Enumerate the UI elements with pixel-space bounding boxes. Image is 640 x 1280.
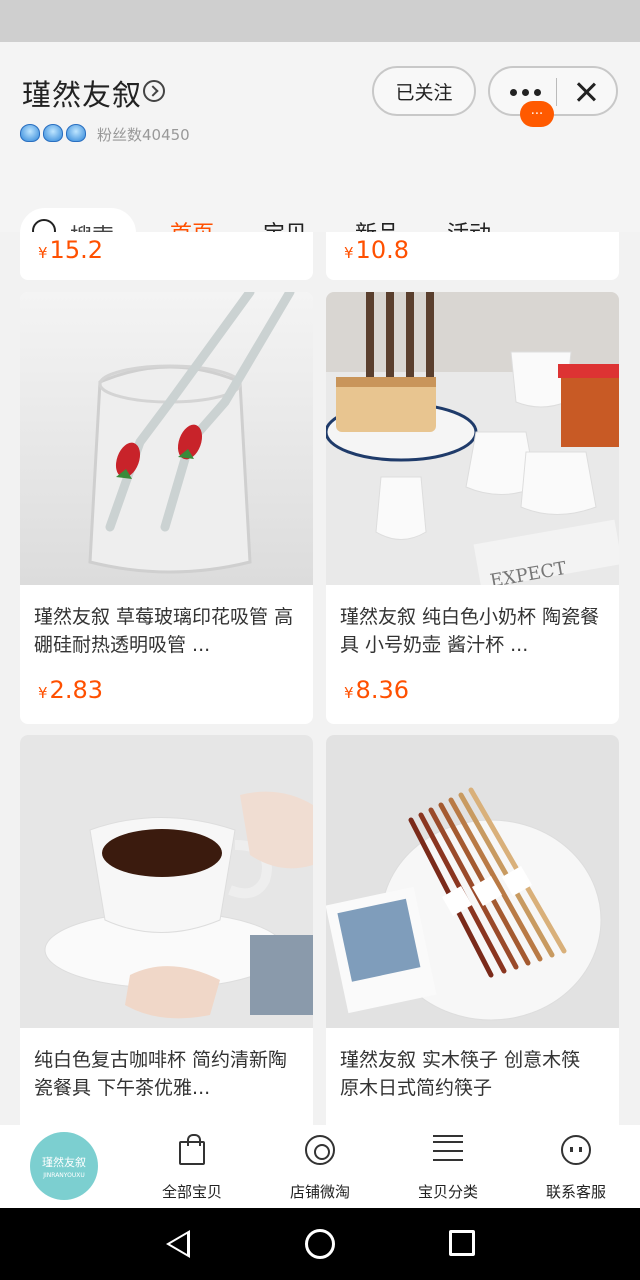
crown-icon — [43, 124, 63, 142]
nav-label: 店铺微淘 — [289, 1183, 350, 1201]
product-card[interactable]: ¥10.8 — [326, 232, 619, 280]
service-icon — [561, 1135, 591, 1165]
product-price: ¥8.36 — [344, 676, 409, 704]
bag-icon — [179, 1134, 205, 1165]
back-icon[interactable] — [166, 1230, 190, 1258]
nav-label: 全部宝贝 — [161, 1183, 222, 1201]
message-badge[interactable]: ··· — [520, 101, 554, 127]
shop-level-crowns — [20, 124, 86, 142]
follow-button[interactable]: 已关注 — [372, 66, 476, 116]
home-icon[interactable] — [305, 1229, 335, 1259]
nav-categories[interactable]: 宝贝分类 — [393, 1125, 503, 1208]
nav-label: 联系客服 — [545, 1183, 606, 1201]
capsule-divider — [556, 78, 557, 106]
fans-count: 粉丝数40450 — [97, 126, 190, 144]
milk-jug-image: EXPECT — [326, 292, 619, 585]
nav-shop-feed[interactable]: 店铺微淘 — [265, 1125, 375, 1208]
product-title: 瑾然友叙 实木筷子 创意木筷 原木日式简约筷子 — [340, 1049, 581, 1099]
recents-icon[interactable] — [449, 1230, 475, 1256]
shop-header: 瑾然友叙 粉丝数40450 已关注 ··· 搜索 首页 宝贝 新品 活动 — [0, 42, 640, 258]
nav-customer-service[interactable]: 联系客服 — [521, 1125, 631, 1208]
product-title: 瑾然友叙 草莓玻璃印花吸管 高硼硅耐热透明吸管 ... — [34, 606, 294, 656]
product-price: ¥15.2 — [38, 236, 103, 264]
product-title: 瑾然友叙 纯白色小奶杯 陶瓷餐具 小号奶壶 酱汁杯 ... — [340, 606, 600, 656]
system-nav-bar — [0, 1208, 640, 1280]
product-card[interactable]: 瑾然友叙 草莓玻璃印花吸管 高硼硅耐热透明吸管 ... ¥2.83 — [20, 292, 313, 724]
bottom-nav: 瑾然友叙 JINRANYOUXU 全部宝贝 店铺微淘 宝贝分类 联系客服 — [0, 1125, 640, 1208]
list-icon — [433, 1135, 463, 1165]
product-card[interactable]: EXPECT 瑾然友叙 纯白色小奶杯 陶瓷餐具 小号奶壶 酱汁杯 ... ¥8.… — [326, 292, 619, 724]
product-title: 纯白色复古咖啡杯 简约清新陶瓷餐具 下午茶优雅... — [34, 1049, 288, 1099]
coffee-cup-image — [20, 735, 313, 1028]
close-icon[interactable] — [572, 78, 600, 106]
product-card[interactable]: ¥15.2 — [20, 232, 313, 280]
status-bar — [0, 0, 640, 42]
product-price: ¥10.8 — [344, 236, 409, 264]
chopsticks-image — [326, 735, 619, 1028]
shop-logo[interactable]: 瑾然友叙 JINRANYOUXU — [30, 1132, 98, 1200]
glass-straws-image — [20, 292, 313, 585]
product-grid: ¥15.2 ¥10.8 瑾然友叙 草莓玻璃印花吸管 高硼硅耐热透明吸管 ... … — [0, 232, 640, 1125]
more-icon[interactable] — [510, 89, 541, 96]
product-card[interactable]: 纯白色复古咖啡杯 简约清新陶瓷餐具 下午茶优雅... — [20, 735, 313, 1125]
nav-all-products[interactable]: 全部宝贝 — [137, 1125, 247, 1208]
nav-label: 宝贝分类 — [417, 1183, 478, 1201]
product-price: ¥2.83 — [38, 676, 103, 704]
shop-name[interactable]: 瑾然友叙 — [22, 72, 142, 114]
product-card[interactable]: 瑾然友叙 实木筷子 创意木筷 原木日式简约筷子 — [326, 735, 619, 1125]
broadcast-icon — [305, 1135, 335, 1165]
crown-icon — [66, 124, 86, 142]
shop-info-arrow-icon[interactable] — [143, 80, 165, 102]
crown-icon — [20, 124, 40, 142]
